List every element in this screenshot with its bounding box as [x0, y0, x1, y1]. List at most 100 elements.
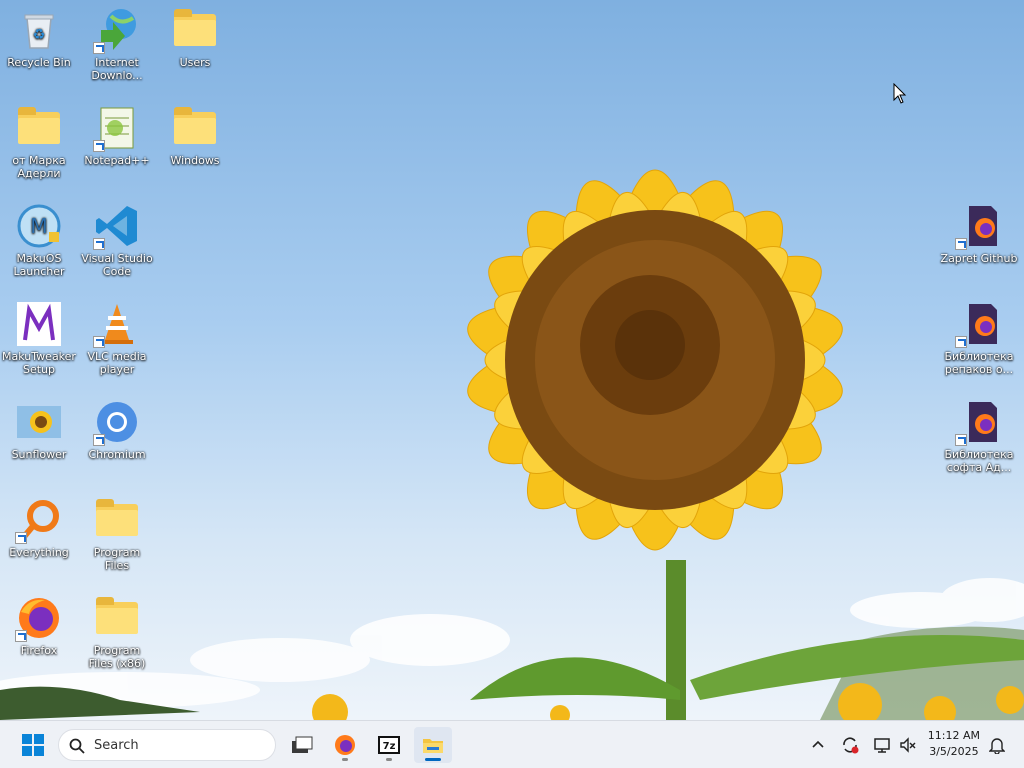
volume-muted-icon — [900, 737, 916, 753]
desktop-icon-label: Chromium — [88, 448, 146, 461]
taskbar-search-box[interactable]: Search — [58, 729, 276, 761]
firefox-page-icon — [955, 202, 1003, 250]
taskbar-firefox[interactable] — [326, 727, 364, 763]
desktop-icon-label: Recycle Bin — [7, 56, 71, 69]
desktop-icon-label: Program Files (x86) — [88, 644, 146, 670]
desktop-icon-label: Библиотека репаков о... — [944, 350, 1014, 376]
desktop-icon-program-files-x86[interactable]: Program Files (x86) — [78, 594, 156, 670]
folder-icon — [15, 104, 63, 152]
sync-icon — [843, 737, 859, 754]
chromium-icon — [93, 398, 141, 446]
desktop-icon-label: Visual Studio Code — [81, 252, 153, 278]
clock-date: 3/5/2025 — [929, 745, 979, 758]
desktop-icon-windows[interactable]: Windows — [156, 104, 234, 167]
taskbar-file-explorer[interactable] — [414, 727, 452, 763]
desktop-icon-label: MakuOS Launcher — [13, 252, 65, 278]
desktop-icon-firefox[interactable]: Firefox — [0, 594, 78, 657]
vlc-cone-icon — [93, 300, 141, 348]
shortcut-arrow-icon — [955, 336, 967, 348]
image-thumbnail-icon — [15, 398, 63, 446]
desktop-icon-notepad-plus-plus[interactable]: Notepad++ — [78, 104, 156, 167]
mouse-cursor-icon — [893, 83, 907, 104]
task-view-button[interactable] — [284, 727, 320, 763]
firefox-icon — [15, 594, 63, 642]
taskbar: Search 7z 11:12 AM 3/5/2025 — [0, 720, 1024, 768]
desktop-icon-repack-library[interactable]: Библиотека репаков о... — [936, 300, 1022, 376]
search-placeholder: Search — [94, 738, 139, 753]
folder-icon — [93, 496, 141, 544]
task-view-icon — [292, 736, 313, 753]
desktop-icon-vlc[interactable]: VLC media player — [78, 300, 156, 376]
tray-volume-button[interactable] — [896, 727, 920, 763]
desktop-icon-label: Библиотека софта Ад... — [944, 448, 1014, 474]
desktop[interactable]: ♻ Recycle Bin от Марка Адерли M MakuOS L… — [0, 0, 1024, 720]
shortcut-arrow-icon — [93, 140, 105, 152]
shortcut-arrow-icon — [15, 630, 27, 642]
search-icon — [69, 738, 85, 754]
svg-text:M: M — [30, 214, 47, 238]
folder-icon — [171, 6, 219, 54]
desktop-icon-software-library[interactable]: Библиотека софта Ад... — [936, 398, 1022, 474]
network-icon — [874, 738, 890, 753]
desktop-icon-sunflower[interactable]: Sunflower — [0, 398, 78, 461]
desktop-icon-zapret-github[interactable]: Zapret Github — [936, 202, 1022, 265]
makuos-icon: M — [15, 202, 63, 250]
desktop-icon-visual-studio-code[interactable]: Visual Studio Code — [78, 202, 156, 278]
tray-sync-button[interactable] — [838, 727, 862, 763]
tray-network-button[interactable] — [870, 727, 894, 763]
shortcut-arrow-icon — [93, 434, 105, 446]
firefox-page-icon — [955, 398, 1003, 446]
desktop-icon-label: Everything — [9, 546, 69, 559]
everything-search-icon — [15, 496, 63, 544]
desktop-icon-label: от Марка Адерли — [12, 154, 66, 180]
desktop-icon-chromium[interactable]: Chromium — [78, 398, 156, 461]
clock[interactable]: 11:12 AM 3/5/2025 — [928, 728, 980, 760]
globe-download-icon — [93, 6, 141, 54]
windows-logo-icon — [22, 734, 44, 756]
vscode-icon — [93, 202, 141, 250]
chevron-up-icon — [812, 740, 824, 748]
shortcut-arrow-icon — [93, 336, 105, 348]
start-button[interactable] — [14, 727, 52, 763]
tray-overflow-button[interactable] — [806, 727, 830, 763]
shortcut-arrow-icon — [93, 238, 105, 250]
desktop-icon-label: Program Files — [93, 546, 141, 572]
shortcut-arrow-icon — [93, 42, 105, 54]
7zip-icon: 7z — [378, 736, 400, 754]
firefox-page-icon — [955, 300, 1003, 348]
desktop-icon-label: Firefox — [20, 644, 58, 657]
taskbar-7zip[interactable]: 7z — [370, 727, 408, 763]
running-indicator — [342, 758, 348, 761]
active-indicator — [425, 758, 441, 761]
desktop-icon-users[interactable]: Users — [156, 6, 234, 69]
file-explorer-icon — [423, 739, 443, 753]
recycle-bin-icon: ♻ — [15, 6, 63, 54]
running-indicator — [386, 758, 392, 761]
desktop-icon-label: MakuTweaker Setup — [2, 350, 76, 376]
desktop-icon-label: Sunflower — [11, 448, 67, 461]
shortcut-arrow-icon — [15, 532, 27, 544]
bell-icon — [989, 738, 1005, 754]
desktop-icon-ot-marka[interactable]: от Марка Адерли — [0, 104, 78, 180]
folder-icon — [171, 104, 219, 152]
svg-text:7z: 7z — [383, 741, 396, 752]
shortcut-arrow-icon — [955, 434, 967, 446]
clock-time: 11:12 AM — [927, 729, 980, 742]
desktop-icon-program-files[interactable]: Program Files — [78, 496, 156, 572]
desktop-icon-everything[interactable]: Everything — [0, 496, 78, 559]
desktop-icon-label: Zapret Github — [940, 252, 1018, 265]
firefox-icon — [335, 735, 355, 755]
desktop-icon-recycle-bin[interactable]: ♻ Recycle Bin — [0, 6, 78, 69]
makutweaker-icon — [15, 300, 63, 348]
desktop-icon-makutweaker-setup[interactable]: MakuTweaker Setup — [0, 300, 78, 376]
svg-text:♻: ♻ — [33, 27, 46, 43]
desktop-icon-internet-download-manager[interactable]: Internet Downlo... — [78, 6, 156, 82]
desktop-icon-label: Internet Downlo... — [91, 56, 143, 82]
notepad-icon — [93, 104, 141, 152]
desktop-icon-label: Notepad++ — [84, 154, 150, 167]
desktop-icon-label: VLC media player — [87, 350, 147, 376]
desktop-icon-makuos-launcher[interactable]: M MakuOS Launcher — [0, 202, 78, 278]
notifications-button[interactable] — [986, 727, 1008, 763]
desktop-icon-label: Users — [179, 56, 211, 69]
desktop-icon-label: Windows — [170, 154, 220, 167]
